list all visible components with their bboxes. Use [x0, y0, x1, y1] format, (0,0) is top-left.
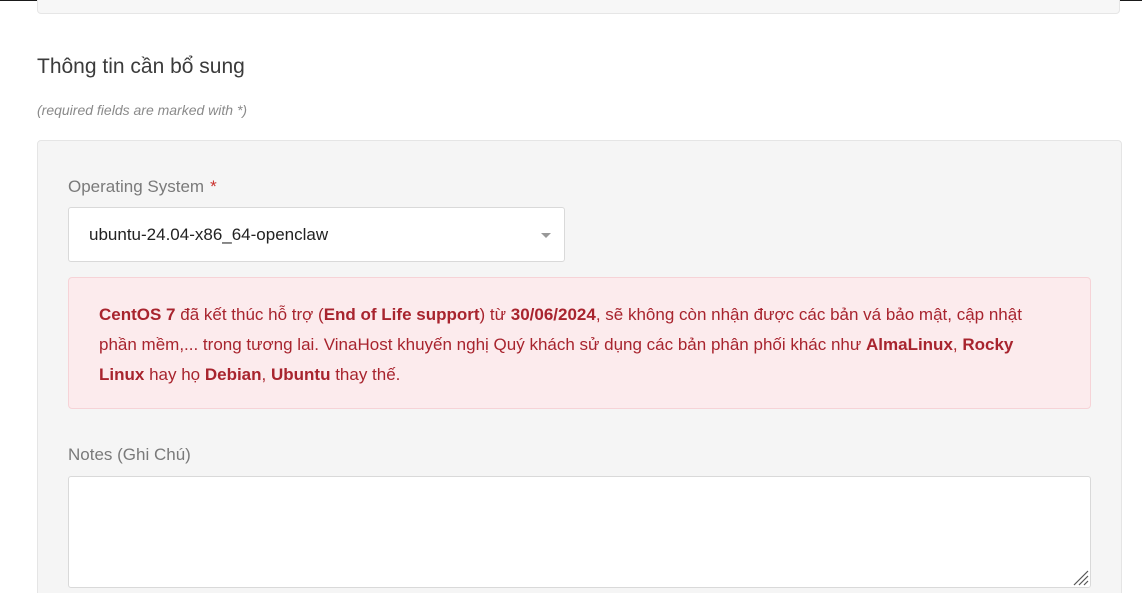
alert-emphasis-text: End of Life support — [323, 305, 480, 324]
notes-textarea[interactable] — [68, 476, 1091, 588]
notes-field-label: Notes (Ghi Chú) — [68, 445, 191, 464]
required-fields-note: (required fields are marked with *) — [37, 102, 248, 118]
alert-text: hay họ — [144, 365, 205, 384]
alert-text: , — [952, 335, 963, 354]
alert-text: thay thế. — [330, 365, 401, 384]
alert-emphasis-text: Debian — [204, 365, 262, 384]
page: Thông tin cần bổ sung (required fields a… — [0, 0, 1142, 593]
alert-emphasis-text: 30/06/2024 — [510, 305, 596, 324]
os-select-value: ubuntu-24.04-x86_64-openclaw — [89, 225, 329, 244]
alert-emphasis-text: AlmaLinux — [866, 335, 953, 354]
previous-section-panel — [37, 0, 1120, 14]
alert-emphasis-text: Ubuntu — [270, 365, 331, 384]
required-star: * — [210, 177, 217, 196]
caret-down-icon — [541, 233, 551, 238]
os-select[interactable]: ubuntu-24.04-x86_64-openclaw — [68, 207, 565, 262]
alert-text: đã kết thúc hỗ trợ ( — [175, 305, 324, 324]
section-title: Thông tin cần bổ sung — [37, 55, 245, 78]
alert-emphasis-text: CentOS 7 — [99, 305, 176, 324]
os-field-label: Operating System * — [68, 176, 217, 198]
centos-eol-alert: CentOS 7 đã kết thúc hỗ trợ (End of Life… — [68, 277, 1091, 409]
alert-text: ) từ — [479, 305, 511, 324]
resize-grip-icon[interactable] — [1071, 568, 1089, 586]
alert-text: , — [261, 365, 271, 384]
os-label-text: Operating System — [68, 177, 205, 196]
